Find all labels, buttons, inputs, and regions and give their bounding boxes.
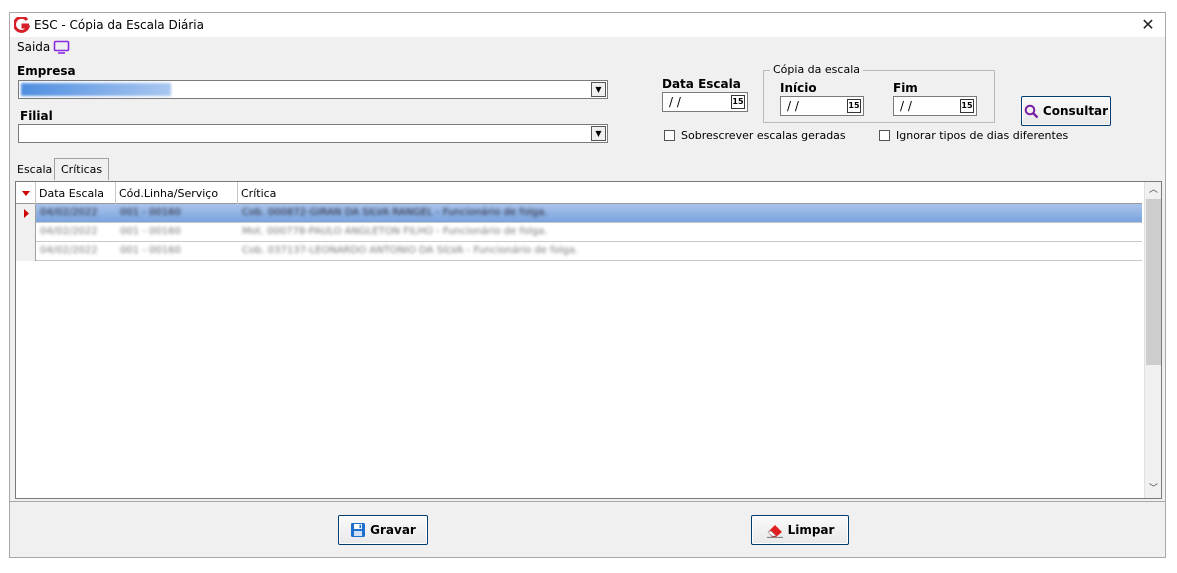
filial-label: Filial (20, 109, 53, 123)
chevron-down-icon[interactable]: ▼ (591, 126, 606, 141)
header-indicator (16, 182, 36, 204)
tab-escala[interactable]: Escala (17, 163, 52, 176)
row-indicator (16, 204, 36, 223)
table-row[interactable]: 04/02/2022 001 - 00160 Mot. 000778-PAULO… (16, 223, 1142, 242)
calendar-icon[interactable]: 15 (960, 99, 974, 113)
copia-escala-legend: Cópia da escala (770, 63, 863, 76)
menu-saida[interactable]: Saida (17, 40, 50, 54)
grid-header: Data Escala Cód.Linha/Serviço Crítica (16, 182, 1142, 204)
column-header-cod-linha[interactable]: Cód.Linha/Serviço (116, 182, 238, 204)
tab-criticas[interactable]: Críticas (54, 158, 110, 180)
scroll-down-icon[interactable]: ﹀ (1145, 481, 1162, 498)
close-icon[interactable]: ✕ (1131, 13, 1165, 37)
table-row[interactable]: 04/02/2022 001 - 00160 Cob. 000872-GIRAN… (16, 204, 1142, 223)
cell-data-escala: 04/02/2022 (40, 207, 98, 218)
filial-select[interactable]: ▼ (18, 124, 608, 143)
consultar-button[interactable]: Consultar (1021, 96, 1111, 126)
current-row-icon (24, 209, 29, 218)
fim-label: Fim (893, 81, 918, 95)
cell-data-escala: 04/02/2022 (40, 245, 98, 256)
eraser-icon (766, 525, 783, 538)
inicio-label: Início (780, 81, 817, 95)
app-logo-icon (14, 17, 30, 33)
cell-cod-linha: 001 - 00160 (120, 245, 181, 256)
ignorar-checkbox[interactable]: Ignorar tipos de dias diferentes (879, 129, 1068, 142)
inicio-value: / / (787, 99, 799, 113)
checkbox-box[interactable] (879, 130, 890, 141)
table-row[interactable]: 04/02/2022 001 - 00160 Cob. 037137-LEONA… (16, 242, 1142, 261)
copia-escala-group: Cópia da escala Início / / 15 Fim / / 15 (763, 63, 995, 123)
bottom-button-bar: Gravar Limpar (10, 501, 1165, 557)
consultar-label: Consultar (1042, 104, 1109, 118)
sobrescrever-checkbox[interactable]: Sobrescrever escalas geradas (664, 129, 846, 142)
row-indicator (16, 223, 36, 242)
empresa-label: Empresa (17, 64, 76, 78)
scroll-thumb[interactable] (1146, 199, 1161, 365)
cell-critica: Cob. 037137-LEONARDO ANTONIO DA SILVA - … (242, 245, 579, 256)
sort-down-icon (22, 191, 30, 196)
scroll-up-icon[interactable]: ︿ (1145, 182, 1162, 199)
checkbox-box[interactable] (664, 130, 675, 141)
data-escala-label: Data Escala (662, 77, 741, 91)
limpar-button[interactable]: Limpar (751, 515, 849, 545)
cell-critica: Cob. 000872-GIRAN DA SILVA RANGEL - Func… (242, 207, 548, 218)
app-window: ESC - Cópia da Escala Diária ✕ Saida Emp… (9, 12, 1166, 558)
title-bar: ESC - Cópia da Escala Diária ✕ (10, 13, 1165, 37)
cell-cod-linha: 001 - 00160 (120, 226, 181, 237)
column-header-critica[interactable]: Crítica (238, 182, 1142, 204)
empresa-select[interactable]: ▼ (18, 80, 608, 99)
monitor-icon[interactable] (53, 40, 70, 55)
criticas-grid: Data Escala Cód.Linha/Serviço Crítica 04… (15, 181, 1162, 499)
row-indicator (16, 242, 36, 261)
inicio-field[interactable]: / / 15 (780, 96, 864, 116)
data-escala-field[interactable]: / / 15 (662, 92, 748, 112)
chevron-down-icon[interactable]: ▼ (591, 82, 606, 97)
cell-critica: Mot. 000778-PAULO ANGLETON FILHO - Funci… (242, 226, 548, 237)
empresa-selected-value (21, 83, 171, 96)
window-title: ESC - Cópia da Escala Diária (34, 18, 204, 32)
calendar-icon[interactable]: 15 (731, 95, 745, 109)
ignorar-label: Ignorar tipos de dias diferentes (896, 129, 1069, 142)
cell-cod-linha: 001 - 00160 (120, 207, 181, 218)
save-icon (351, 523, 366, 537)
column-header-data-escala[interactable]: Data Escala (36, 182, 116, 204)
fim-value: / / (900, 99, 912, 113)
fim-field[interactable]: / / 15 (893, 96, 977, 116)
calendar-icon[interactable]: 15 (847, 99, 861, 113)
sobrescrever-label: Sobrescrever escalas geradas (681, 129, 846, 142)
gravar-button[interactable]: Gravar (338, 515, 428, 545)
cell-data-escala: 04/02/2022 (40, 226, 98, 237)
limpar-label: Limpar (787, 523, 835, 537)
gravar-label: Gravar (370, 523, 416, 537)
vertical-scrollbar[interactable]: ︿ ﹀ (1144, 182, 1161, 498)
search-icon (1024, 104, 1039, 118)
data-escala-value: / / (669, 95, 681, 109)
